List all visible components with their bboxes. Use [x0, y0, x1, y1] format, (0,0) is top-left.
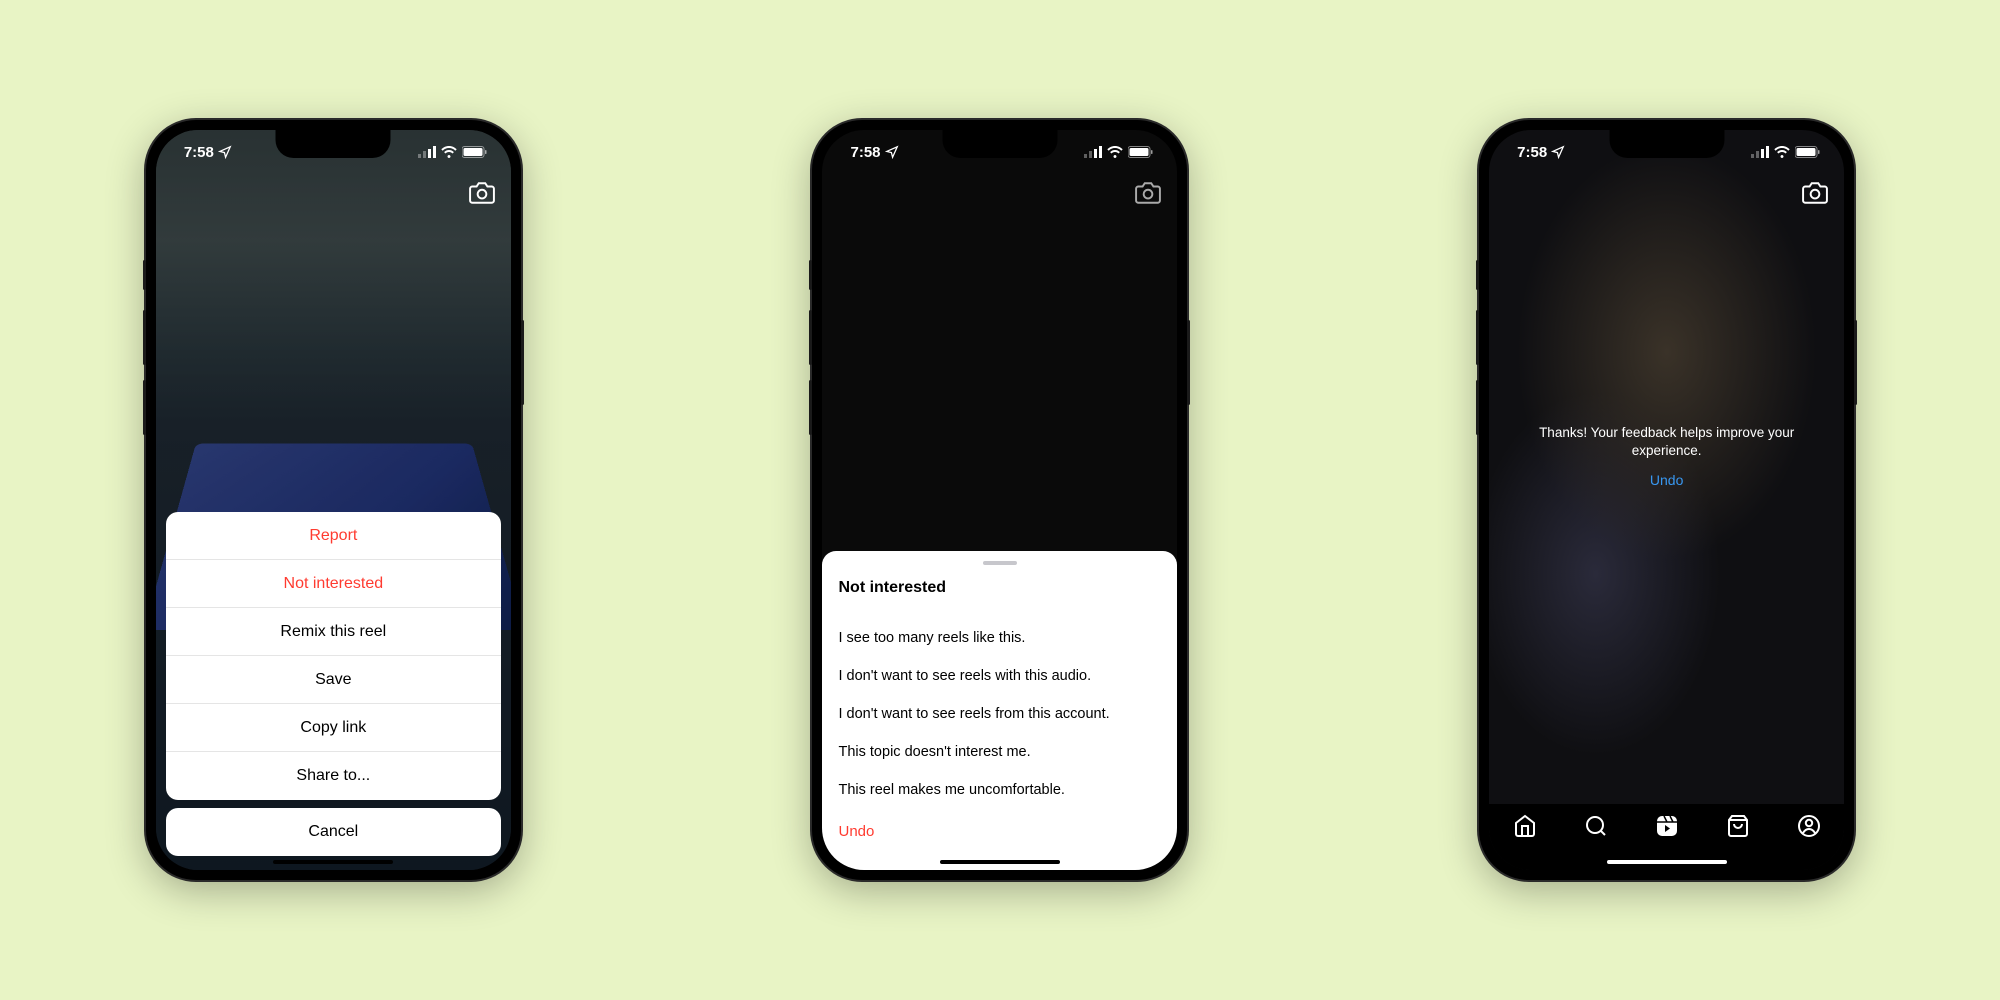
- tab-reels[interactable]: [1655, 814, 1679, 843]
- battery-icon: [1128, 146, 1153, 158]
- phone-mockup-2: 7:58 Not interested I see too many reels…: [812, 120, 1187, 880]
- thanks-message: Thanks! Your feedback helps improve your…: [1519, 423, 1814, 459]
- camera-icon: [469, 180, 495, 206]
- reason-too-many[interactable]: I see too many reels like this.: [838, 619, 1161, 657]
- action-not-interested[interactable]: Not interested: [166, 560, 501, 608]
- camera-button[interactable]: [1802, 180, 1828, 211]
- tab-home[interactable]: [1513, 814, 1537, 843]
- action-share-to[interactable]: Share to...: [166, 752, 501, 800]
- wifi-icon: [441, 146, 457, 158]
- screen-1: 7:58 Report Not interested Remix this re…: [156, 130, 511, 870]
- location-icon: [218, 145, 232, 159]
- reason-audio[interactable]: I don't want to see reels with this audi…: [838, 657, 1161, 695]
- status-bar: 7:58: [1489, 130, 1844, 174]
- action-report[interactable]: Report: [166, 512, 501, 560]
- cellular-icon: [418, 146, 436, 158]
- battery-icon: [462, 146, 487, 158]
- reason-uncomfortable[interactable]: This reel makes me uncomfortable.: [838, 771, 1161, 809]
- action-sheet: Report Not interested Remix this reel Sa…: [166, 512, 501, 856]
- cancel-button[interactable]: Cancel: [166, 808, 501, 856]
- home-indicator[interactable]: [1607, 860, 1727, 864]
- action-remix[interactable]: Remix this reel: [166, 608, 501, 656]
- home-indicator[interactable]: [940, 860, 1060, 864]
- phone-mockup-1: 7:58 Report Not interested Remix this re…: [146, 120, 521, 880]
- action-sheet-group: Report Not interested Remix this reel Sa…: [166, 512, 501, 800]
- screen-3: 7:58 Thanks! Your feedback helps improve…: [1489, 130, 1844, 870]
- action-copy-link[interactable]: Copy link: [166, 704, 501, 752]
- feedback-confirmation: Thanks! Your feedback helps improve your…: [1489, 423, 1844, 487]
- camera-icon: [1135, 180, 1161, 206]
- status-time: 7:58: [1517, 144, 1547, 161]
- undo-button[interactable]: Undo: [838, 809, 1161, 840]
- sheet-title: Not interested: [838, 579, 1161, 597]
- tab-search[interactable]: [1584, 814, 1608, 843]
- screen-2: 7:58 Not interested I see too many reels…: [822, 130, 1177, 870]
- status-time: 7:58: [184, 144, 214, 161]
- undo-button[interactable]: Undo: [1519, 472, 1814, 488]
- reason-topic[interactable]: This topic doesn't interest me.: [838, 733, 1161, 771]
- search-icon: [1584, 814, 1608, 838]
- sheet-grabber[interactable]: [983, 561, 1017, 565]
- phone-mockup-3: 7:58 Thanks! Your feedback helps improve…: [1479, 120, 1854, 880]
- blurred-background: [1489, 130, 1844, 870]
- profile-icon: [1797, 814, 1821, 838]
- location-icon: [885, 145, 899, 159]
- cellular-icon: [1751, 146, 1769, 158]
- home-icon: [1513, 814, 1537, 838]
- status-bar: 7:58: [156, 130, 511, 174]
- reels-icon: [1655, 814, 1679, 838]
- shop-icon: [1726, 814, 1750, 838]
- battery-icon: [1795, 146, 1820, 158]
- reason-account[interactable]: I don't want to see reels from this acco…: [838, 695, 1161, 733]
- home-indicator[interactable]: [273, 860, 393, 864]
- location-icon: [1551, 145, 1565, 159]
- action-save[interactable]: Save: [166, 656, 501, 704]
- status-time: 7:58: [850, 144, 880, 161]
- not-interested-sheet: Not interested I see too many reels like…: [822, 551, 1177, 870]
- status-bar: 7:58: [822, 130, 1177, 174]
- tab-profile[interactable]: [1797, 814, 1821, 843]
- camera-button[interactable]: [1135, 180, 1161, 211]
- tab-shop[interactable]: [1726, 814, 1750, 843]
- wifi-icon: [1774, 146, 1790, 158]
- camera-icon: [1802, 180, 1828, 206]
- wifi-icon: [1107, 146, 1123, 158]
- camera-button[interactable]: [469, 180, 495, 211]
- cellular-icon: [1084, 146, 1102, 158]
